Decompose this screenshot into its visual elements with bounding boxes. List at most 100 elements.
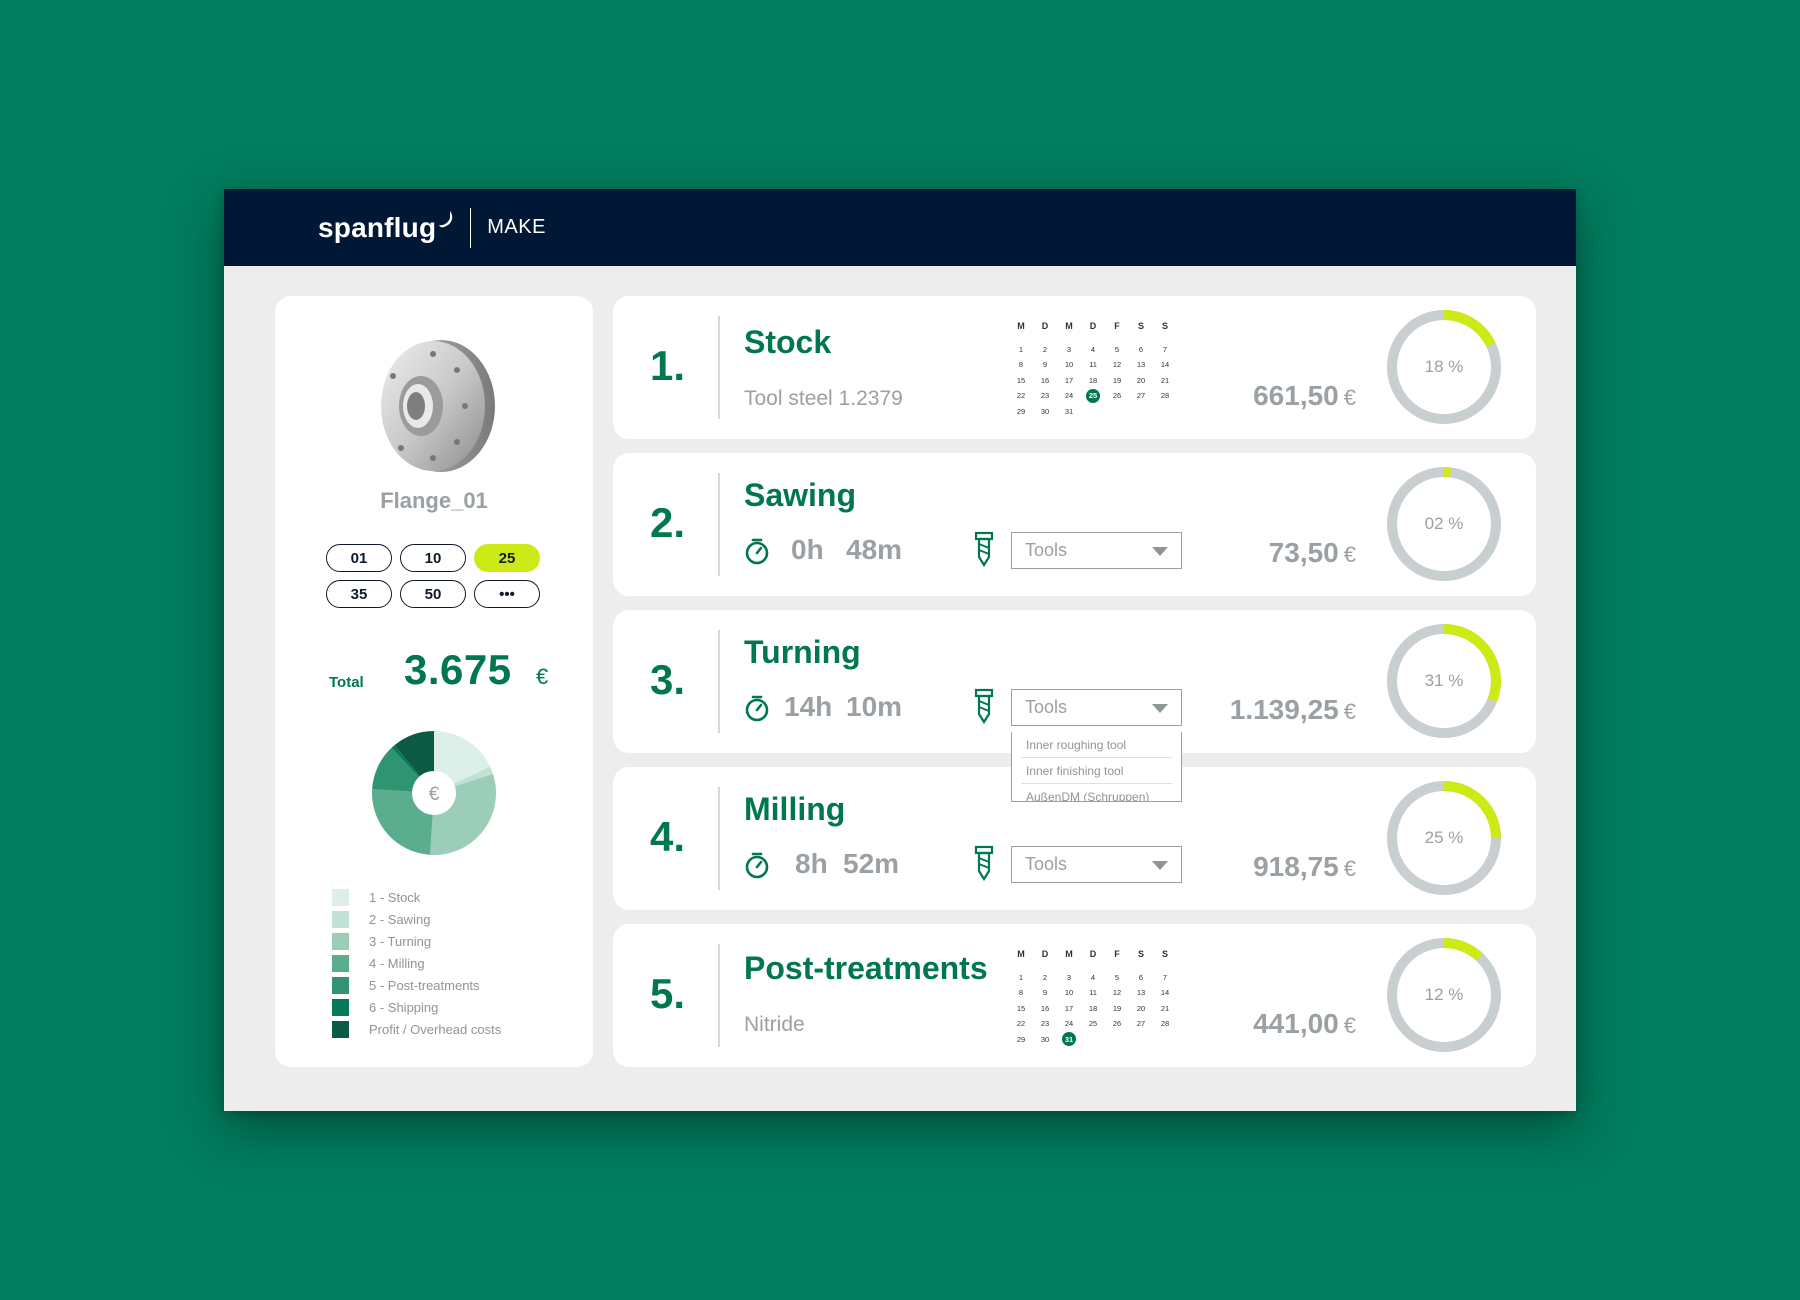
delivery-calendar[interactable]: M D M D F S S 1 2 3 4 5 6 7 8 9 10 11 12 13 14 15 16 17 18 19 20 21… — [1009, 318, 1169, 419]
calendar-day[interactable]: 14 — [1153, 358, 1177, 372]
calendar-day[interactable]: 22 — [1009, 389, 1033, 403]
calendar-day[interactable]: 14 — [1153, 986, 1177, 1000]
legend-label: 6 - Shipping — [369, 999, 439, 1015]
calendar-day[interactable]: 19 — [1105, 1001, 1129, 1015]
more-quantities-button[interactable]: ••• — [474, 580, 540, 608]
calendar-day[interactable]: 10 — [1057, 358, 1081, 372]
calendar-day[interactable]: 26 — [1105, 1017, 1129, 1031]
quantity-button-25[interactable]: 25 — [474, 544, 540, 572]
calendar-day[interactable]: 30 — [1033, 404, 1057, 418]
calendar-day[interactable]: 16 — [1033, 1001, 1057, 1015]
calendar-day-number: 7 — [1162, 344, 1168, 354]
quantity-button-10[interactable]: 10 — [400, 544, 466, 572]
tools-dropdown-menu[interactable]: Inner roughing tool Inner finishing tool… — [1011, 732, 1182, 802]
calendar-day[interactable]: 29 — [1009, 1032, 1033, 1046]
calendar-day[interactable]: 6 — [1129, 342, 1153, 356]
calendar-day[interactable]: 31 — [1057, 1032, 1081, 1047]
brand-logo[interactable]: spanflug — [318, 210, 456, 244]
calendar-day[interactable]: 26 — [1105, 389, 1129, 403]
module-name[interactable]: MAKE — [487, 216, 546, 239]
calendar-day[interactable]: 24 — [1057, 1017, 1081, 1031]
delivery-calendar[interactable]: M D M D F S S 1 2 3 4 5 6 7 8 9 10 11 12 13 14 15 16 17 18 19 20 21… — [1009, 946, 1169, 1047]
calendar-day-number: 6 — [1138, 972, 1144, 982]
quantity-button-35[interactable]: 35 — [326, 580, 392, 608]
legend-swatch — [332, 998, 349, 1016]
calendar-day[interactable]: 7 — [1153, 970, 1177, 984]
tools-option-inner-roughing[interactable]: Inner roughing tool — [1021, 732, 1172, 758]
calendar-day[interactable]: 25 — [1081, 1017, 1105, 1031]
calendar-day[interactable]: 11 — [1081, 986, 1105, 1000]
calendar-day[interactable]: 11 — [1081, 358, 1105, 372]
calendar-day[interactable]: 19 — [1105, 373, 1129, 387]
calendar-day[interactable]: 20 — [1129, 373, 1153, 387]
calendar-day[interactable]: 23 — [1033, 389, 1057, 403]
calendar-day[interactable]: 29 — [1009, 404, 1033, 418]
step-price: 661,50 € — [1253, 380, 1356, 412]
calendar-day[interactable]: 3 — [1057, 342, 1081, 356]
step-card-stock[interactable]: 1. Stock Tool steel 1.2379 MDMDFSS123456… — [613, 296, 1536, 439]
calendar-day[interactable]: 4 — [1081, 342, 1105, 356]
calendar-day[interactable]: 13 — [1129, 358, 1153, 372]
calendar-day-number — [1110, 404, 1124, 418]
calendar-day[interactable]: 16 — [1033, 373, 1057, 387]
price-value: 73,50 — [1268, 537, 1339, 568]
calendar-day[interactable]: 6 — [1129, 970, 1153, 984]
calendar-week-row: 29 30 31 — [1009, 1032, 1169, 1048]
tools-option-outer-roughing[interactable]: AußenDM (Schruppen) — [1021, 784, 1172, 802]
calendar-day[interactable]: 18 — [1081, 373, 1105, 387]
calendar-day[interactable]: 12 — [1105, 358, 1129, 372]
calendar-day[interactable]: 24 — [1057, 389, 1081, 403]
calendar-day[interactable]: 21 — [1153, 373, 1177, 387]
calendar-day[interactable]: 12 — [1105, 986, 1129, 1000]
calendar-day[interactable]: 17 — [1057, 1001, 1081, 1015]
calendar-day[interactable]: 2 — [1033, 342, 1057, 356]
tools-dropdown[interactable]: Tools — [1011, 846, 1182, 883]
calendar-day[interactable]: 27 — [1129, 1017, 1153, 1031]
calendar-day[interactable]: 8 — [1009, 986, 1033, 1000]
tools-dropdown[interactable]: Tools — [1011, 532, 1182, 569]
calendar-day[interactable]: 1 — [1009, 342, 1033, 356]
calendar-day[interactable]: 4 — [1081, 970, 1105, 984]
calendar-day[interactable]: 20 — [1129, 1001, 1153, 1015]
quantity-button-01[interactable]: 01 — [326, 544, 392, 572]
calendar-day[interactable]: 8 — [1009, 358, 1033, 372]
calendar-day[interactable]: 18 — [1081, 1001, 1105, 1015]
calendar-day[interactable]: 15 — [1009, 1001, 1033, 1015]
calendar-day-number — [1158, 404, 1172, 418]
tools-option-inner-finishing[interactable]: Inner finishing tool — [1021, 758, 1172, 784]
calendar-day[interactable]: 23 — [1033, 1017, 1057, 1031]
calendar-day[interactable]: 9 — [1033, 358, 1057, 372]
calendar-day[interactable]: 7 — [1153, 342, 1177, 356]
calendar-day[interactable]: 21 — [1153, 1001, 1177, 1015]
calendar-day[interactable]: 5 — [1105, 970, 1129, 984]
calendar-day[interactable]: 10 — [1057, 986, 1081, 1000]
calendar-day[interactable]: 2 — [1033, 970, 1057, 984]
calendar-day[interactable]: 17 — [1057, 373, 1081, 387]
calendar-selected-day: 25 — [1086, 388, 1100, 403]
calendar-day[interactable]: 1 — [1009, 970, 1033, 984]
calendar-day[interactable]: 9 — [1033, 986, 1057, 1000]
calendar-day[interactable]: 28 — [1153, 389, 1177, 403]
quantity-button-50[interactable]: 50 — [400, 580, 466, 608]
calendar-day[interactable]: 25 — [1081, 388, 1105, 403]
calendar-day[interactable]: 3 — [1057, 970, 1081, 984]
calendar-day[interactable]: 27 — [1129, 389, 1153, 403]
calendar-week-row: 29 30 31 — [1009, 404, 1169, 420]
tools-dropdown[interactable]: Tools — [1011, 689, 1182, 726]
step-card-post-treatments[interactable]: 5. Post-treatments Nitride MDMDFSS123456… — [613, 924, 1536, 1067]
calendar-day[interactable]: 31 — [1057, 404, 1081, 418]
calendar-day[interactable]: 13 — [1129, 986, 1153, 1000]
step-card-sawing[interactable]: 2. Sawing 0h 48m Tools 73,50 € 02 % — [613, 453, 1536, 596]
calendar-weekday: F — [1114, 948, 1120, 959]
calendar-day[interactable]: 28 — [1153, 1017, 1177, 1031]
calendar-day[interactable]: 15 — [1009, 373, 1033, 387]
step-title: Turning — [744, 634, 861, 670]
calendar-week-row: 15 16 17 18 19 20 21 — [1009, 1001, 1169, 1017]
calendar-day[interactable]: 30 — [1033, 1032, 1057, 1046]
calendar-day — [1105, 1032, 1129, 1046]
calendar-day[interactable]: 5 — [1105, 342, 1129, 356]
calendar-day[interactable]: 22 — [1009, 1017, 1033, 1031]
calendar-day-number: 20 — [1136, 1003, 1146, 1013]
legend-label: 4 - Milling — [369, 955, 425, 971]
card-divider — [718, 944, 720, 1047]
